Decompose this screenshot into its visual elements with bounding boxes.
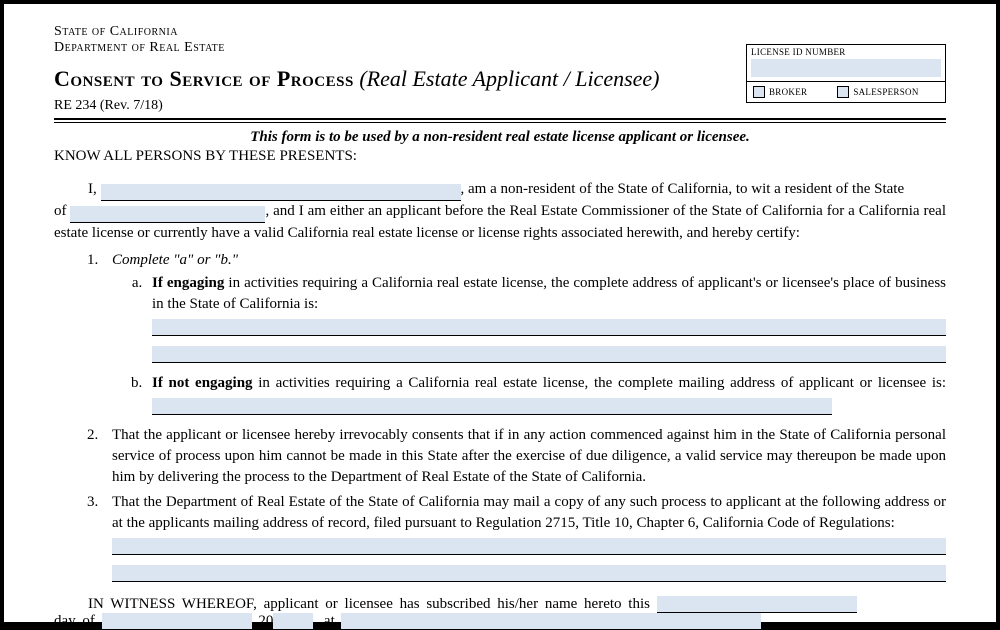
day-of-text: day of — [54, 613, 95, 629]
title-sub: (Real Estate Applicant / Licensee) — [359, 66, 659, 91]
sublist-ab: If engaging in activities requiring a Ca… — [112, 273, 946, 415]
item-1a: If engaging in activities requiring a Ca… — [146, 273, 946, 363]
witness-blank-1[interactable] — [657, 596, 857, 613]
license-id-label: LICENSE ID NUMBER — [747, 45, 945, 59]
b-rest: in activities requiring a California rea… — [253, 375, 946, 391]
know-all-persons: KNOW ALL PERSONS BY THESE PRESENTS: — [54, 148, 946, 165]
of-text: of — [54, 203, 67, 219]
license-id-box: LICENSE ID NUMBER BROKER SALESPERSON — [746, 44, 946, 103]
a-bold: If engaging — [152, 275, 224, 291]
broker-label: BROKER — [769, 87, 807, 97]
form-number: RE 234 (Rev. 7/18) — [54, 98, 746, 114]
form-title: Consent to Service of Process (Real Esta… — [54, 66, 746, 92]
salesperson-option: SALESPERSON — [837, 86, 918, 98]
item-1: Complete "a" or "b." If engaging in acti… — [102, 250, 946, 415]
item1-instruction: Complete "a" or "b." — [112, 252, 238, 268]
b-bold: If not engaging — [152, 375, 253, 391]
process-address-field-1[interactable] — [112, 538, 946, 555]
broker-option: BROKER — [753, 86, 807, 98]
at-location-field[interactable] — [341, 613, 761, 630]
resident-state-field[interactable] — [70, 206, 265, 223]
title-block: Consent to Service of Process (Real Esta… — [54, 66, 746, 114]
item-3: That the Department of Real Estate of th… — [102, 492, 946, 582]
mailing-address-field[interactable] — [152, 398, 832, 415]
license-id-field[interactable] — [751, 59, 941, 77]
business-address-field-1[interactable] — [152, 319, 946, 336]
item-2: That the applicant or licensee hereby ir… — [102, 425, 946, 488]
title-row: Consent to Service of Process (Real Esta… — [54, 66, 946, 114]
license-type-row: BROKER SALESPERSON — [747, 81, 945, 102]
item2-text: That the applicant or licensee hereby ir… — [112, 427, 946, 485]
comma-at: , at — [313, 613, 334, 629]
applicant-name-field[interactable] — [101, 184, 461, 201]
item3-text: That the Department of Real Estate of th… — [112, 494, 946, 531]
item-1b: If not engaging in activities requiring … — [146, 373, 946, 415]
salesperson-label: SALESPERSON — [853, 87, 918, 97]
month-field[interactable] — [102, 613, 252, 630]
divider-rule — [54, 118, 946, 123]
declaration-paragraph: I, , am a non-resident of the State of C… — [54, 179, 946, 244]
witness-lead: IN WITNESS WHEREOF, applicant or license… — [88, 596, 650, 612]
i-text: I, — [88, 181, 97, 197]
a-rest: in activities requiring a California rea… — [152, 275, 946, 312]
form-page: State of California Department of Real E… — [4, 4, 996, 622]
salesperson-checkbox[interactable] — [837, 86, 849, 98]
process-address-field-2[interactable] — [112, 565, 946, 582]
business-address-field-2[interactable] — [152, 346, 946, 363]
year-field[interactable] — [273, 613, 313, 630]
state-line: State of California — [54, 24, 946, 40]
twenty-text: 20 — [258, 613, 273, 629]
title-main: Consent to Service of Process — [54, 66, 354, 91]
certification-list: Complete "a" or "b." If engaging in acti… — [54, 250, 946, 582]
intro-note: This form is to be used by a non-residen… — [54, 129, 946, 146]
p1-tail: , am a non-resident of the State of Cali… — [461, 181, 905, 197]
broker-checkbox[interactable] — [753, 86, 765, 98]
